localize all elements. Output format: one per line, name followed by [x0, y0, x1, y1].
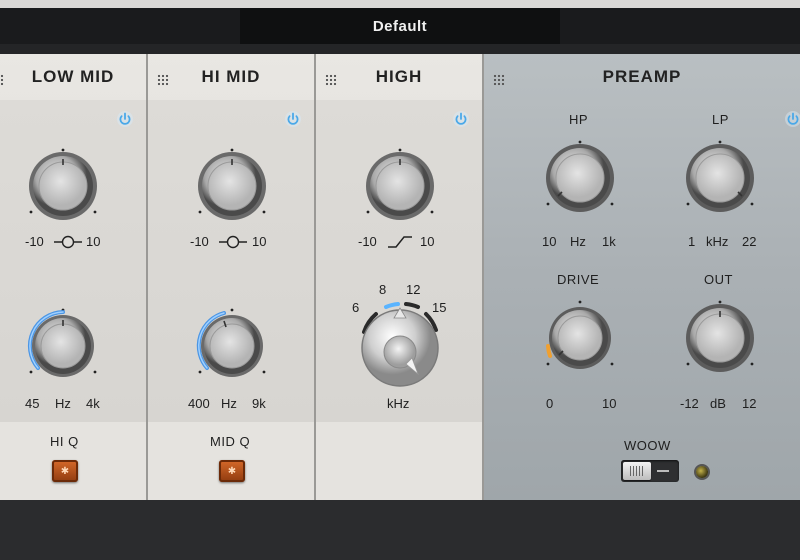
- drive-knob[interactable]: [542, 298, 618, 374]
- woow-toggle-thumb: [623, 462, 651, 480]
- drive-max: 10: [602, 396, 617, 411]
- lp-min: 1: [688, 234, 696, 249]
- hi-mid-gain-min: -10: [190, 234, 209, 249]
- woow-label: WOOW: [624, 438, 671, 453]
- high-gain-min: -10: [358, 234, 377, 249]
- out-knob[interactable]: [682, 298, 758, 374]
- low-mid-q-button[interactable]: ✱: [52, 460, 78, 482]
- low-mid-freq-min: 45: [25, 396, 40, 411]
- bell-curve-icon: [54, 235, 82, 249]
- high-freq-option-selected[interactable]: 8: [379, 282, 386, 297]
- drive-min: 0: [546, 396, 554, 411]
- drag-grip-icon[interactable]: [157, 74, 169, 86]
- low-mid-title: LOW MID: [31, 67, 115, 86]
- hi-mid-freq-max: 9k: [252, 396, 266, 411]
- low-mid-freq-max: 4k: [86, 396, 100, 411]
- woow-toggle-mark: [657, 470, 669, 472]
- hi-mid-panel: HI MID -10 10 400 Hz 9k MID Q ✱: [148, 54, 316, 500]
- high-title: HIGH: [375, 67, 423, 86]
- drag-grip-icon[interactable]: [325, 74, 337, 86]
- high-freq-option[interactable]: 12: [406, 282, 420, 297]
- drag-grip-icon[interactable]: [0, 74, 4, 86]
- lp-max: 22: [742, 234, 757, 249]
- hi-mid-gain-knob[interactable]: [194, 146, 270, 222]
- hi-mid-freq-unit: Hz: [221, 396, 237, 411]
- high-freq-selector-knob[interactable]: [354, 298, 446, 390]
- low-mid-gain-min: -10: [25, 234, 44, 249]
- preamp-panel: PREAMP HP 10 Hz 1k LP 1 kHz 22 DRIVE 0 1…: [484, 54, 800, 500]
- drive-label: DRIVE: [557, 272, 600, 287]
- power-icon[interactable]: [784, 110, 800, 128]
- power-icon[interactable]: [116, 110, 134, 128]
- high-freq-unit: kHz: [387, 396, 410, 411]
- hp-knob[interactable]: [542, 138, 618, 214]
- hp-unit: Hz: [570, 234, 586, 249]
- hp-min: 10: [542, 234, 557, 249]
- high-gain-max: 10: [420, 234, 435, 249]
- hi-mid-title: HI MID: [201, 67, 261, 86]
- high-panel: HIGH -10 10 6 8 12 15 kHz: [316, 54, 484, 500]
- preamp-title: PREAMP: [602, 67, 682, 86]
- header-bar: Default: [0, 8, 800, 44]
- out-min: -12: [680, 396, 699, 411]
- hp-max: 1k: [602, 234, 616, 249]
- lp-knob[interactable]: [682, 138, 758, 214]
- hp-label: HP: [569, 112, 589, 127]
- bell-curve-icon: [219, 235, 247, 249]
- high-gain-knob[interactable]: [362, 146, 438, 222]
- top-strip: [0, 0, 800, 8]
- footer-bar: [0, 500, 800, 560]
- header-divider: [0, 44, 800, 54]
- out-max: 12: [742, 396, 757, 411]
- woow-toggle[interactable]: [621, 460, 679, 482]
- low-mid-gain-max: 10: [86, 234, 101, 249]
- hi-mid-freq-knob[interactable]: [194, 306, 270, 382]
- high-footer: [316, 422, 482, 500]
- low-mid-freq-knob[interactable]: [25, 306, 101, 382]
- low-mid-q-label: HI Q: [50, 434, 79, 449]
- preset-name-display[interactable]: Default: [240, 8, 560, 44]
- q-snowflake-icon: ✱: [227, 465, 237, 477]
- low-mid-freq-unit: Hz: [55, 396, 71, 411]
- lp-unit: kHz: [706, 234, 729, 249]
- q-snowflake-icon: ✱: [60, 465, 70, 477]
- out-unit: dB: [710, 396, 726, 411]
- power-icon[interactable]: [284, 110, 302, 128]
- hi-mid-q-label: MID Q: [210, 434, 251, 449]
- woow-led-icon: [696, 466, 708, 478]
- out-label: OUT: [704, 272, 733, 287]
- power-icon[interactable]: [452, 110, 470, 128]
- low-mid-panel: LOW MID -10 10 45 Hz 4k HI Q ✱: [0, 54, 148, 500]
- low-mid-gain-knob[interactable]: [25, 146, 101, 222]
- hi-mid-gain-max: 10: [252, 234, 267, 249]
- lp-label: LP: [712, 112, 729, 127]
- hi-mid-freq-min: 400: [188, 396, 210, 411]
- drag-grip-icon[interactable]: [493, 74, 505, 86]
- shelf-curve-icon: [388, 236, 412, 248]
- hi-mid-q-button[interactable]: ✱: [219, 460, 245, 482]
